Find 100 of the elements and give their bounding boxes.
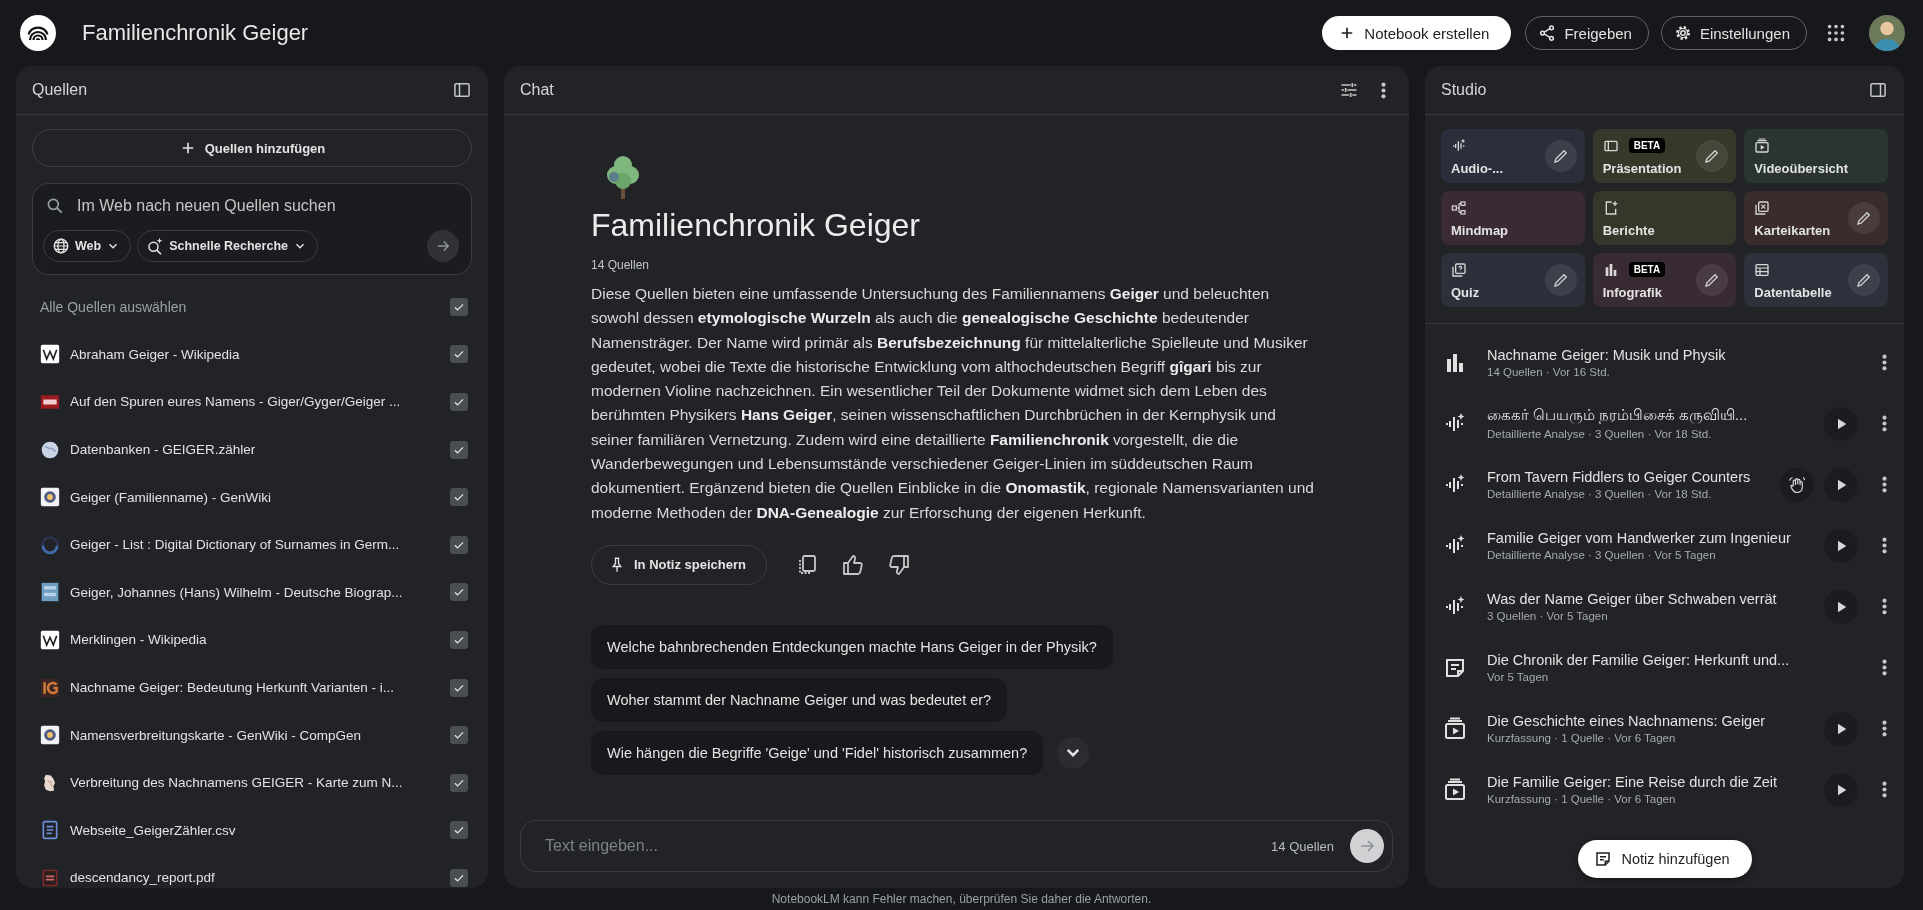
edit-button[interactable] bbox=[1848, 202, 1880, 234]
item-title[interactable]: Nachname Geiger: Musik und Physik bbox=[1487, 347, 1858, 363]
item-title[interactable]: Die Familie Geiger: Eine Reise durch die Zeit bbox=[1487, 774, 1814, 790]
edit-button[interactable] bbox=[1696, 264, 1729, 296]
studio-tool-tile[interactable]: Berichte bbox=[1592, 191, 1737, 245]
checkbox[interactable] bbox=[450, 535, 468, 554]
play-button[interactable] bbox=[1824, 406, 1858, 441]
play-button[interactable] bbox=[1824, 711, 1858, 746]
item-meta: 3 Quellen · Vor 5 Tagen bbox=[1487, 610, 1609, 622]
studio-tool-tile[interactable]: Audio-... bbox=[1441, 129, 1585, 183]
document-icon bbox=[40, 820, 60, 841]
item-title[interactable]: Familie Geiger vom Handwerker zum Ingenieur bbox=[1487, 530, 1814, 546]
site-logo-icon bbox=[40, 392, 60, 412]
item-meta: Kurzfassung · 1 Quelle · Vor 6 Tagen bbox=[1487, 732, 1677, 744]
source-title[interactable]: Webseite_GeigerZähler.csv bbox=[70, 822, 440, 838]
chat-input-field[interactable]: Text eingeben... bbox=[543, 836, 1256, 856]
thumbs-down-icon bbox=[886, 552, 911, 577]
source-title[interactable]: Merklingen - Wikipedia bbox=[70, 632, 440, 648]
video-icon bbox=[1443, 716, 1467, 741]
submit-button[interactable] bbox=[427, 230, 459, 262]
panel-title: Studio bbox=[1441, 81, 1488, 99]
checkbox[interactable] bbox=[450, 821, 468, 840]
note-icon bbox=[1593, 850, 1612, 868]
suggested-question[interactable]: Woher stammt der Nachname Geiger und was bedeutet er? bbox=[591, 677, 1008, 722]
more-icon bbox=[1881, 720, 1887, 737]
disclaimer-text: NotebookLM kann Fehler machen, überprüfen Sie daher die Antworten. bbox=[771, 891, 1152, 906]
play-button[interactable] bbox=[1824, 528, 1858, 563]
panel-title: Quellen bbox=[32, 81, 89, 99]
edit-button[interactable] bbox=[1696, 140, 1729, 172]
checkbox[interactable] bbox=[450, 297, 468, 316]
send-button[interactable] bbox=[1350, 829, 1384, 863]
checkbox[interactable] bbox=[450, 583, 468, 602]
item-title[interactable]: Die Geschichte eines Nachnamens: Geiger bbox=[1487, 713, 1814, 729]
share-icon bbox=[1538, 24, 1557, 42]
sound-wave-icon bbox=[1451, 137, 1467, 154]
globe-icon bbox=[52, 237, 70, 255]
item-meta: Kurzfassung · 1 Quelle · Vor 6 Tagen bbox=[1487, 793, 1677, 805]
source-title[interactable]: Geiger, Johannes (Hans) Wilhelm - Deutsche Biograp... bbox=[70, 584, 440, 600]
item-meta: Detaillierte Analyse · 3 Quellen · Vor 5 Tagen bbox=[1487, 549, 1717, 561]
item-title[interactable]: Was der Name Geiger über Schwaben verrät bbox=[1487, 591, 1814, 607]
checkbox[interactable] bbox=[450, 868, 468, 887]
video-icon bbox=[1754, 137, 1771, 154]
source-title[interactable]: Nachname Geiger: Bedeutung Herkunft Varianten - i... bbox=[70, 680, 440, 696]
edit-button[interactable] bbox=[1544, 140, 1577, 172]
suggested-question[interactable]: Welche bahnbrechenden Entdeckungen machte Hans Geiger in der Physik? bbox=[591, 624, 1113, 669]
tool-label: Karteikarten bbox=[1754, 222, 1832, 238]
beta-badge: BETA bbox=[1628, 262, 1666, 277]
checkbox[interactable] bbox=[450, 630, 468, 649]
source-title[interactable]: Geiger (Familienname) - GenWiki bbox=[70, 489, 440, 505]
checkbox[interactable] bbox=[450, 440, 468, 459]
studio-tool-tile[interactable]: BETA Präsentation bbox=[1592, 129, 1737, 183]
quiz-card-icon bbox=[1451, 261, 1467, 278]
settings-icon bbox=[1673, 24, 1692, 42]
item-title[interactable]: Die Chronik der Familie Geiger: Herkunft und... bbox=[1487, 652, 1858, 668]
header-button[interactable]: Notebook erstellen bbox=[1322, 16, 1512, 50]
add-note-button[interactable]: Notiz hinzufügen bbox=[1577, 840, 1752, 878]
studio-tool-tile[interactable]: BETA Infografik bbox=[1592, 253, 1737, 307]
source-title[interactable]: Abraham Geiger - Wikipedia bbox=[70, 346, 440, 362]
pencil-icon bbox=[1551, 271, 1570, 289]
studio-tool-tile[interactable]: Videoübersicht bbox=[1744, 129, 1888, 183]
studio-tool-tile[interactable]: Datentabelle bbox=[1744, 253, 1888, 307]
checkbox[interactable] bbox=[450, 488, 468, 507]
item-title[interactable]: கைகர் பெயரும் நரம்பிசைக் கருவியி... bbox=[1487, 407, 1814, 425]
source-title[interactable]: Namensverbreitungskarte - GenWiki - CompGen bbox=[70, 727, 440, 743]
overview-title: Familienchronik Geiger bbox=[591, 207, 921, 244]
interactive-mode-button[interactable] bbox=[1780, 467, 1814, 502]
tool-label: Präsentation bbox=[1602, 160, 1683, 176]
studio-tool-tile[interactable]: Mindmap bbox=[1441, 191, 1585, 245]
avatar[interactable] bbox=[1869, 15, 1905, 51]
pencil-icon bbox=[1855, 271, 1873, 289]
edit-button[interactable] bbox=[1848, 264, 1880, 296]
checkbox[interactable] bbox=[450, 678, 468, 697]
more-icon bbox=[1881, 476, 1887, 493]
scroll-down-button[interactable] bbox=[1057, 736, 1090, 769]
logo-icon[interactable] bbox=[20, 15, 56, 51]
thumbs-up-icon bbox=[840, 552, 865, 577]
more-icon bbox=[1881, 781, 1887, 798]
checkbox[interactable] bbox=[450, 345, 468, 364]
tool-label: Infografik bbox=[1602, 284, 1663, 300]
checkbox[interactable] bbox=[450, 726, 468, 745]
source-title[interactable]: Datenbanken - GEIGER.zähler bbox=[70, 442, 440, 458]
studio-tool-tile[interactable]: Quiz bbox=[1441, 253, 1585, 307]
search-field[interactable]: Im Web nach neuen Quellen suchen bbox=[77, 197, 459, 215]
checkbox[interactable] bbox=[450, 773, 468, 792]
studio-tool-tile[interactable]: Karteikarten bbox=[1744, 191, 1888, 245]
waving-hand-icon bbox=[1788, 475, 1806, 494]
item-meta: Detaillierte Analyse · 3 Quellen · Vor 18 Std. bbox=[1487, 428, 1713, 440]
suggested-question[interactable]: Wie hängen die Begriffe 'Geige' und 'Fidel' historisch zusammen? bbox=[591, 730, 1044, 775]
source-title[interactable]: descendancy_report.pdf bbox=[70, 870, 440, 886]
source-title[interactable]: Verbreitung des Nachnamens GEIGER - Karte zum N... bbox=[70, 775, 440, 791]
source-title[interactable]: Geiger - List : Digital Dictionary of Surnames in Germ... bbox=[70, 537, 440, 553]
checkbox[interactable] bbox=[450, 393, 468, 411]
play-button[interactable] bbox=[1824, 772, 1858, 807]
chat-input-box[interactable]: Text eingeben... 14 Quellen bbox=[520, 820, 1393, 872]
play-button[interactable] bbox=[1824, 467, 1858, 502]
play-button[interactable] bbox=[1824, 589, 1858, 624]
item-meta: Vor 5 Tagen bbox=[1487, 671, 1550, 683]
source-title[interactable]: Auf den Spuren eures Namens - Giger/Gyger/Geiger ... bbox=[70, 394, 440, 410]
item-title[interactable]: From Tavern Fiddlers to Geiger Counters bbox=[1487, 469, 1770, 485]
edit-button[interactable] bbox=[1544, 264, 1577, 296]
